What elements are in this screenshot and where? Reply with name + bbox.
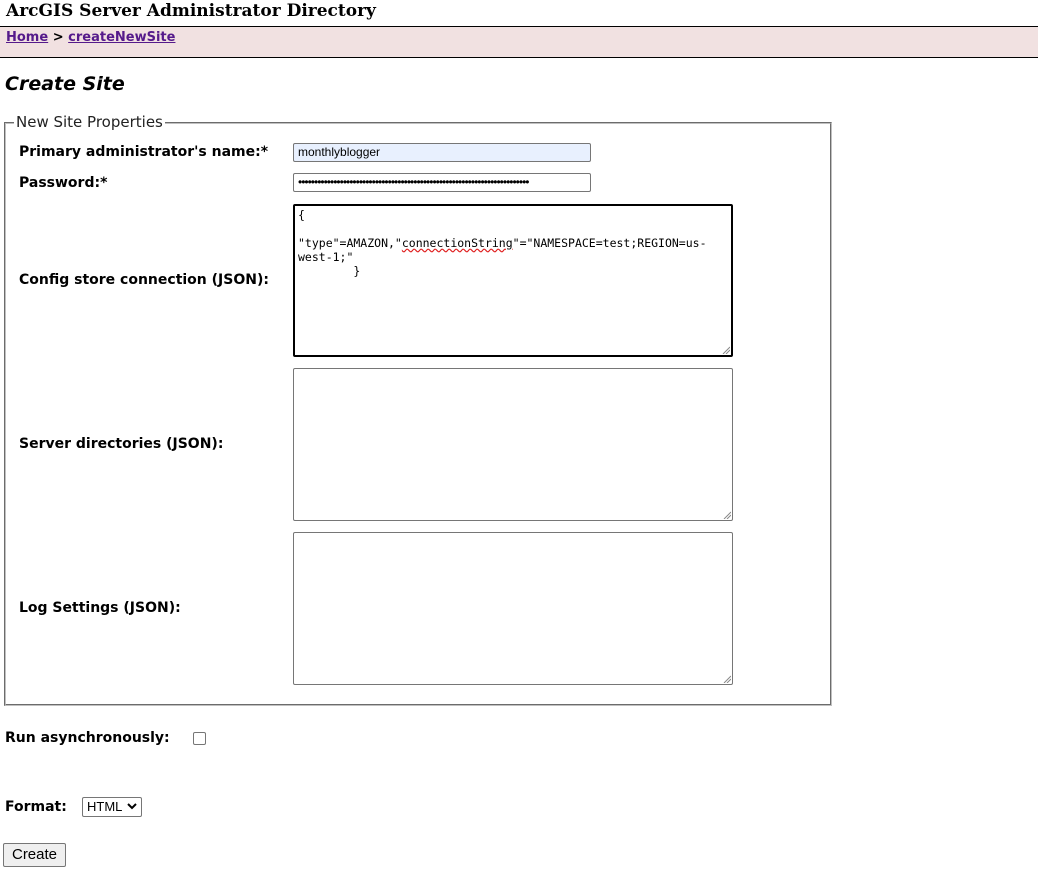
app-title: ArcGIS Server Administrator Directory: [6, 1, 376, 21]
server-dirs-textarea[interactable]: [293, 368, 733, 521]
server-dirs-label: Server directories (JSON):: [19, 436, 224, 452]
breadcrumb-separator: >: [52, 30, 64, 45]
admin-name-input[interactable]: monthlyblogger: [293, 143, 591, 162]
config-line-1: {: [298, 208, 305, 222]
log-settings-label: Log Settings (JSON):: [19, 600, 181, 616]
config-line-2a: "type"=AMAZON,": [298, 236, 402, 250]
run-async-checkbox[interactable]: [193, 732, 206, 745]
password-input[interactable]: ••••••••••••••••••••••••••••••••••••••••…: [293, 173, 591, 192]
format-label: Format:: [5, 799, 67, 815]
fieldset-legend: New Site Properties: [14, 113, 165, 131]
breadcrumb: Home > createNewSite: [0, 27, 1038, 58]
breadcrumb-current-link[interactable]: createNewSite: [68, 30, 175, 45]
resize-grip-icon[interactable]: [723, 675, 731, 683]
resize-grip-icon[interactable]: [722, 346, 730, 354]
chevron-down-icon: [127, 803, 137, 810]
page-title: Create Site: [5, 73, 125, 95]
format-select-value: HTML: [87, 799, 123, 814]
breadcrumb-home-link[interactable]: Home: [6, 30, 48, 45]
format-select[interactable]: HTML: [82, 797, 142, 817]
config-line-2b: connectionString: [401, 236, 513, 250]
password-label: Password:*: [19, 175, 108, 191]
log-settings-textarea[interactable]: [293, 532, 733, 685]
config-store-textarea[interactable]: { "type"=AMAZON,"connectionString"="NAME…: [293, 204, 733, 357]
config-line-3: }: [298, 264, 361, 278]
create-button[interactable]: Create: [3, 843, 66, 867]
config-store-label: Config store connection (JSON):: [19, 272, 269, 288]
run-async-label: Run asynchronously:: [5, 730, 170, 746]
admin-name-label: Primary administrator's name:*: [19, 144, 269, 160]
app-header: ArcGIS Server Administrator Directory: [0, 0, 1038, 27]
resize-grip-icon[interactable]: [723, 511, 731, 519]
